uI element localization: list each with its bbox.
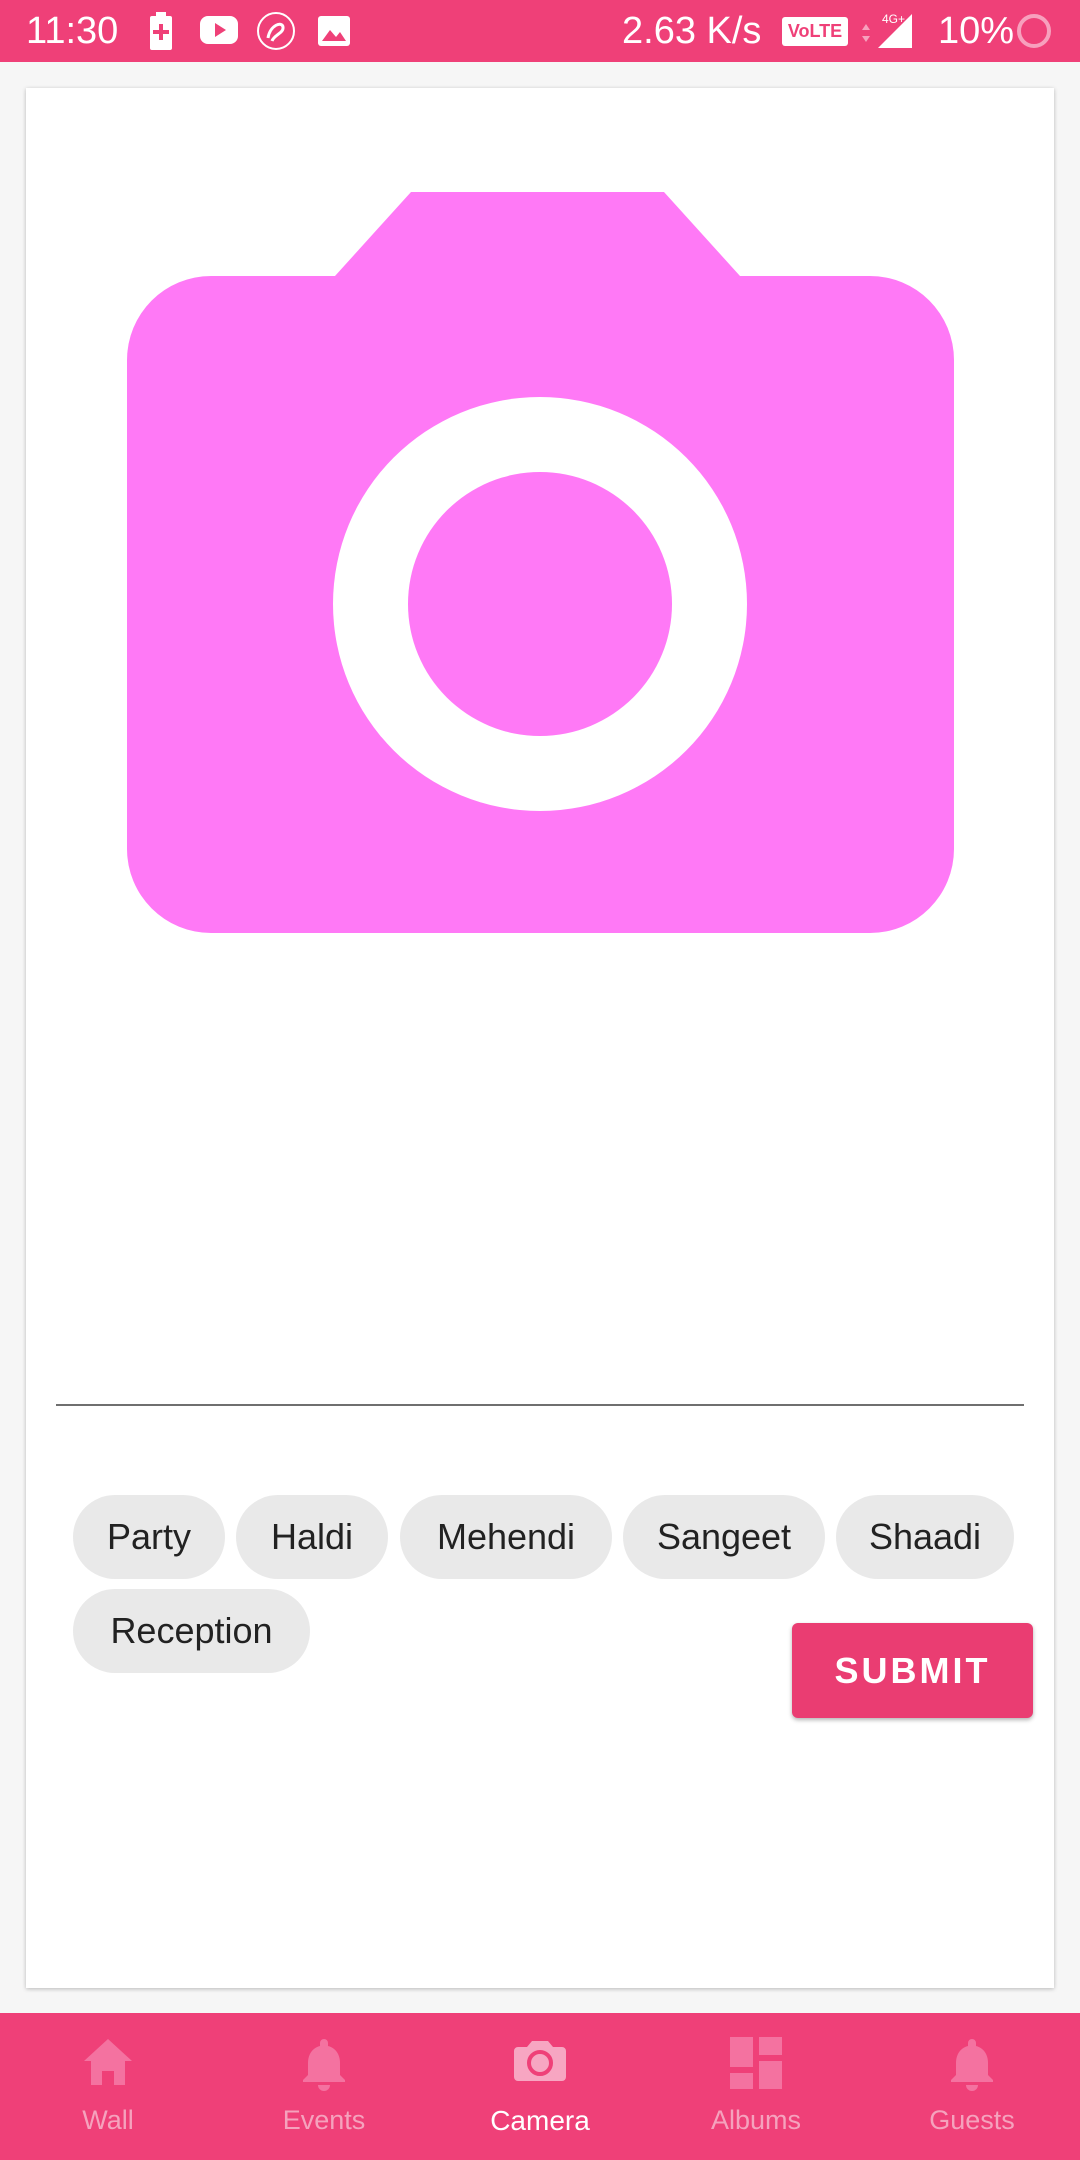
nav-item-events[interactable]: Events bbox=[216, 2013, 432, 2160]
nav-label: Albums bbox=[710, 2105, 802, 2135]
network-type-label: 4G+ bbox=[882, 12, 905, 26]
camera-icon[interactable] bbox=[127, 188, 954, 933]
bell-icon bbox=[951, 2039, 993, 2091]
airtel-icon bbox=[257, 12, 295, 50]
nav-label: Camera bbox=[490, 2105, 590, 2136]
camera-icon bbox=[514, 2041, 566, 2081]
submit-button[interactable]: SUBMIT bbox=[792, 1623, 1033, 1718]
tag-chip[interactable]: Party bbox=[73, 1495, 225, 1579]
signal-icon: 4G+ bbox=[862, 12, 912, 48]
volte-badge: VoLTE bbox=[782, 17, 848, 46]
tag-chip[interactable]: Sangeet bbox=[623, 1495, 825, 1579]
nav-label: Wall bbox=[82, 2105, 134, 2135]
tag-chip[interactable]: Reception bbox=[73, 1589, 310, 1673]
dashboard-icon bbox=[730, 2037, 782, 2089]
tag-chip[interactable]: Mehendi bbox=[400, 1495, 612, 1579]
tag-chip[interactable]: Shaadi bbox=[836, 1495, 1014, 1579]
nav-label: Events bbox=[282, 2105, 366, 2135]
youtube-icon bbox=[200, 16, 238, 44]
tag-chip[interactable]: Haldi bbox=[236, 1495, 388, 1579]
nav-label: Guests bbox=[929, 2105, 1015, 2135]
bottom-navigation: Wall Events Camera Albums Guests bbox=[0, 2013, 1080, 2160]
upload-card: Party Haldi Mehendi Sangeet Shaadi Recep… bbox=[26, 88, 1054, 1988]
nav-item-camera[interactable]: Camera bbox=[432, 2013, 648, 2160]
nav-item-wall[interactable]: Wall bbox=[0, 2013, 216, 2160]
caption-input[interactable] bbox=[56, 1316, 1024, 1406]
status-bar: 11:30 2.63 K/s VoLTE 4G+ 10% bbox=[0, 0, 1080, 62]
battery-percent: 10% bbox=[938, 10, 1015, 52]
battery-ring-icon bbox=[1017, 14, 1051, 48]
status-time: 11:30 bbox=[26, 10, 119, 52]
gallery-icon bbox=[318, 16, 350, 46]
nav-item-guests[interactable]: Guests bbox=[864, 2013, 1080, 2160]
bell-icon bbox=[303, 2039, 345, 2091]
battery-saver-icon bbox=[150, 12, 172, 50]
network-speed: 2.63 K/s bbox=[622, 10, 762, 52]
nav-item-albums[interactable]: Albums bbox=[648, 2013, 864, 2160]
home-icon bbox=[84, 2039, 132, 2085]
